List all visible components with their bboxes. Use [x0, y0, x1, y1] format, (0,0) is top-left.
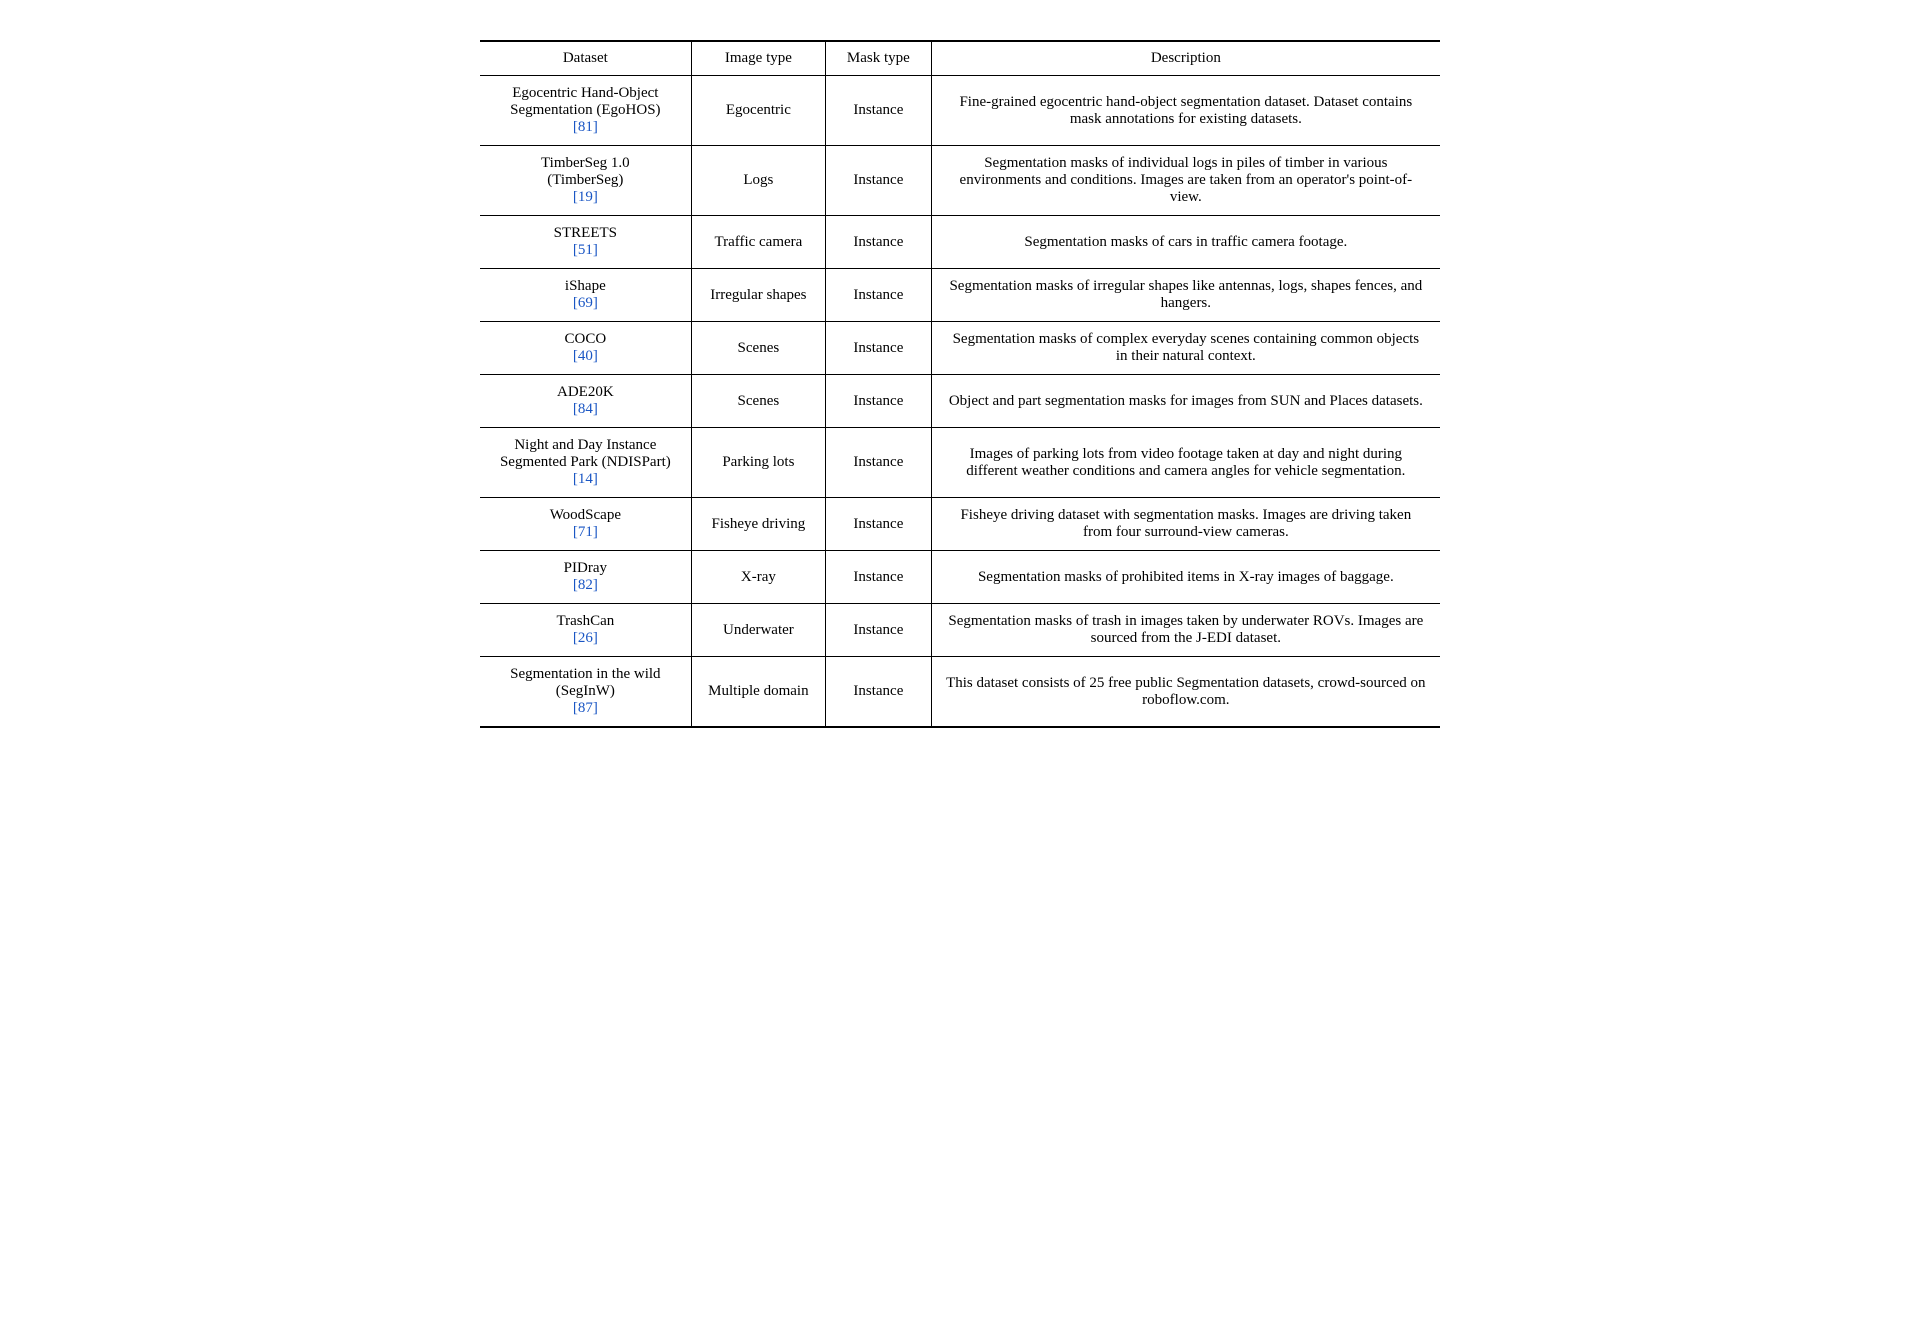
dataset-name-line2: (SegInW)	[556, 683, 615, 699]
cell-mask-type: Instance	[826, 551, 932, 604]
table-row: iShape[69]Irregular shapesInstanceSegmen…	[480, 269, 1440, 322]
dataset-ref[interactable]: [82]	[573, 577, 598, 593]
cell-mask-type: Instance	[826, 428, 932, 498]
dataset-name-line2: Segmentation (EgoHOS)	[510, 102, 660, 118]
dataset-name-line2: Segmented Park (NDISPart)	[500, 454, 671, 470]
cell-dataset: TrashCan[26]	[480, 604, 691, 657]
dataset-name-line1: COCO	[565, 331, 607, 347]
dataset-ref[interactable]: [84]	[573, 401, 598, 417]
cell-description: Segmentation masks of irregular shapes l…	[931, 269, 1440, 322]
cell-dataset: Egocentric Hand-ObjectSegmentation (EgoH…	[480, 76, 691, 146]
cell-image-type: Parking lots	[691, 428, 825, 498]
cell-image-type: Scenes	[691, 375, 825, 428]
dataset-name-line1: PIDray	[564, 560, 607, 576]
table-row: Night and Day InstanceSegmented Park (ND…	[480, 428, 1440, 498]
cell-image-type: Underwater	[691, 604, 825, 657]
table-row: ADE20K[84]ScenesInstanceObject and part …	[480, 375, 1440, 428]
dataset-name-line1: Night and Day Instance	[514, 437, 656, 453]
cell-mask-type: Instance	[826, 657, 932, 728]
dataset-name-line1: iShape	[565, 278, 606, 294]
cell-dataset: STREETS[51]	[480, 216, 691, 269]
cell-description: Segmentation masks of trash in images ta…	[931, 604, 1440, 657]
header-mask-type: Mask type	[826, 41, 932, 76]
cell-mask-type: Instance	[826, 216, 932, 269]
dataset-ref[interactable]: [87]	[573, 700, 598, 716]
dataset-ref[interactable]: [19]	[573, 189, 598, 205]
cell-description: Segmentation masks of prohibited items i…	[931, 551, 1440, 604]
dataset-ref[interactable]: [69]	[573, 295, 598, 311]
dataset-name-line1: Egocentric Hand-Object	[512, 85, 658, 101]
dataset-ref[interactable]: [51]	[573, 242, 598, 258]
table-row: WoodScape[71]Fisheye drivingInstanceFish…	[480, 498, 1440, 551]
cell-image-type: Irregular shapes	[691, 269, 825, 322]
dataset-name-line1: TrashCan	[556, 613, 614, 629]
dataset-ref[interactable]: [71]	[573, 524, 598, 540]
cell-mask-type: Instance	[826, 322, 932, 375]
dataset-name-line1: STREETS	[554, 225, 617, 241]
cell-mask-type: Instance	[826, 375, 932, 428]
cell-dataset: iShape[69]	[480, 269, 691, 322]
cell-dataset: WoodScape[71]	[480, 498, 691, 551]
cell-description: Segmentation masks of individual logs in…	[931, 146, 1440, 216]
cell-description: Segmentation masks of complex everyday s…	[931, 322, 1440, 375]
dataset-name-line1: ADE20K	[557, 384, 614, 400]
cell-image-type: Scenes	[691, 322, 825, 375]
dataset-name-line2: (TimberSeg)	[547, 172, 623, 188]
dataset-name-line1: Segmentation in the wild	[510, 666, 660, 682]
cell-image-type: Egocentric	[691, 76, 825, 146]
table-row: PIDray[82]X-rayInstanceSegmentation mask…	[480, 551, 1440, 604]
table-row: COCO[40]ScenesInstanceSegmentation masks…	[480, 322, 1440, 375]
table-header-row: Dataset Image type Mask type Description	[480, 41, 1440, 76]
table-row: STREETS[51]Traffic cameraInstanceSegment…	[480, 216, 1440, 269]
cell-description: Segmentation masks of cars in traffic ca…	[931, 216, 1440, 269]
cell-dataset: TimberSeg 1.0(TimberSeg)[19]	[480, 146, 691, 216]
cell-description: Images of parking lots from video footag…	[931, 428, 1440, 498]
cell-dataset: ADE20K[84]	[480, 375, 691, 428]
cell-mask-type: Instance	[826, 269, 932, 322]
cell-dataset: PIDray[82]	[480, 551, 691, 604]
cell-description: Object and part segmentation masks for i…	[931, 375, 1440, 428]
cell-mask-type: Instance	[826, 498, 932, 551]
cell-image-type: Logs	[691, 146, 825, 216]
cell-description: Fisheye driving dataset with segmentatio…	[931, 498, 1440, 551]
dataset-name-line1: WoodScape	[550, 507, 621, 523]
dataset-ref[interactable]: [81]	[573, 119, 598, 135]
dataset-name-line1: TimberSeg 1.0	[541, 155, 630, 171]
cell-dataset: COCO[40]	[480, 322, 691, 375]
cell-mask-type: Instance	[826, 146, 932, 216]
cell-image-type: X-ray	[691, 551, 825, 604]
cell-image-type: Traffic camera	[691, 216, 825, 269]
table-container: Dataset Image type Mask type Description…	[480, 40, 1440, 728]
header-image-type: Image type	[691, 41, 825, 76]
cell-dataset: Segmentation in the wild(SegInW)[87]	[480, 657, 691, 728]
cell-mask-type: Instance	[826, 76, 932, 146]
table-row: TrashCan[26]UnderwaterInstanceSegmentati…	[480, 604, 1440, 657]
cell-description: Fine-grained egocentric hand-object segm…	[931, 76, 1440, 146]
dataset-table: Dataset Image type Mask type Description…	[480, 40, 1440, 728]
dataset-ref[interactable]: [40]	[573, 348, 598, 364]
table-row: Egocentric Hand-ObjectSegmentation (EgoH…	[480, 76, 1440, 146]
cell-image-type: Multiple domain	[691, 657, 825, 728]
header-description: Description	[931, 41, 1440, 76]
cell-image-type: Fisheye driving	[691, 498, 825, 551]
cell-mask-type: Instance	[826, 604, 932, 657]
cell-dataset: Night and Day InstanceSegmented Park (ND…	[480, 428, 691, 498]
dataset-ref[interactable]: [26]	[573, 630, 598, 646]
table-row: Segmentation in the wild(SegInW)[87]Mult…	[480, 657, 1440, 728]
table-row: TimberSeg 1.0(TimberSeg)[19]LogsInstance…	[480, 146, 1440, 216]
cell-description: This dataset consists of 25 free public …	[931, 657, 1440, 728]
dataset-ref[interactable]: [14]	[573, 471, 598, 487]
header-dataset: Dataset	[480, 41, 691, 76]
